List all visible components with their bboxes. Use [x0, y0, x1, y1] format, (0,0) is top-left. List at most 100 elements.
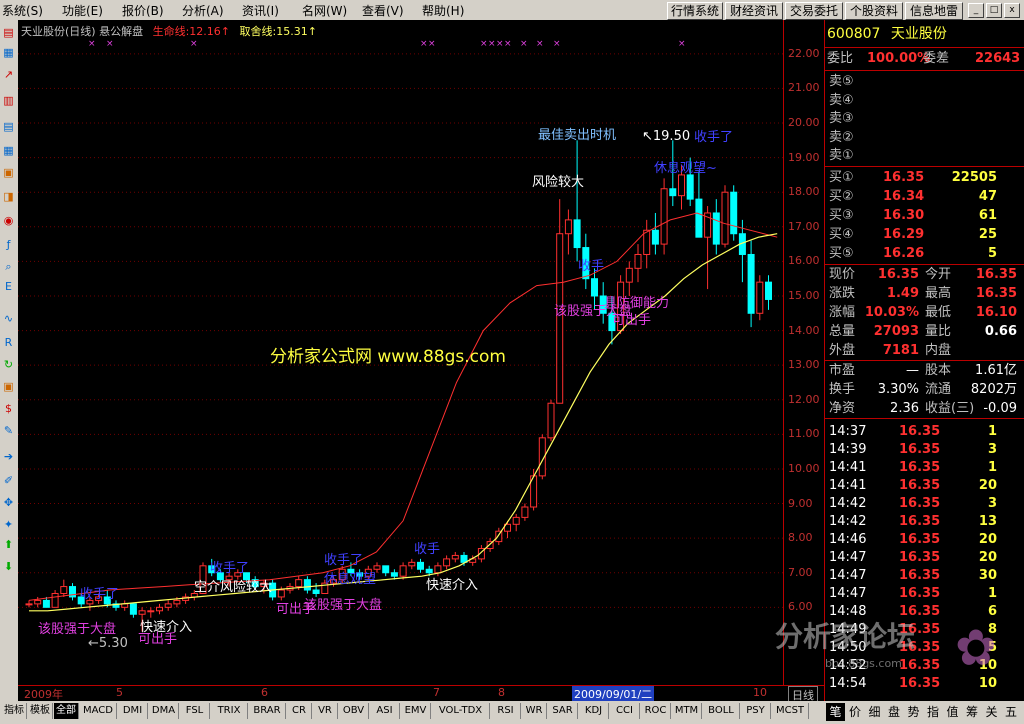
maximize-button[interactable]: □ — [986, 3, 1002, 18]
stock-info-button[interactable]: 个股资料 — [845, 2, 903, 20]
bid-volume: 61 — [978, 208, 997, 223]
candle — [643, 229, 651, 255]
indicator-tab[interactable]: ROC — [641, 703, 671, 719]
quote-tab[interactable]: 笔 — [826, 703, 845, 721]
indicator-tab[interactable]: DMI — [118, 703, 148, 719]
quote-tab[interactable]: 价 — [846, 703, 865, 721]
menu-quote[interactable]: 报价(B) — [122, 2, 164, 19]
quote-tab[interactable]: 盘 — [885, 703, 904, 721]
indicator-tab[interactable]: CR — [287, 703, 312, 719]
wave-icon[interactable]: ∿ — [2, 312, 15, 325]
indicator-tab[interactable]: RSI — [491, 703, 521, 719]
menu-info[interactable]: 资讯(I) — [242, 2, 279, 19]
indicator-tab[interactable]: BRAR — [249, 703, 286, 719]
rsi-icon[interactable]: R — [2, 336, 15, 349]
indicator-tab[interactable]: VOL-TDX — [432, 703, 490, 719]
move-icon[interactable]: ✥ — [2, 496, 15, 509]
news-icon[interactable]: ▣ — [2, 166, 15, 179]
folder-icon[interactable]: ◨ — [2, 190, 15, 203]
indicator-tab[interactable]: 指标 — [2, 703, 27, 719]
quote-tab[interactable]: 势 — [904, 703, 923, 721]
indicator-tab[interactable]: 全部 — [54, 703, 79, 719]
tick-price: 16.35 — [899, 514, 941, 529]
arrow-up-icon[interactable]: ⬆ — [2, 538, 15, 551]
grid-icon[interactable]: ▦ — [2, 144, 15, 157]
indicator-tab[interactable]: SAR — [548, 703, 578, 719]
market-system-button[interactable]: 行情系统 — [667, 2, 723, 20]
bar-chart-icon[interactable]: ▥ — [2, 94, 15, 107]
chart-annotation: 休息观望~ — [654, 161, 717, 176]
indicator-tab[interactable]: PSY — [741, 703, 771, 719]
candle — [138, 610, 146, 615]
indicator-tab[interactable]: 模板 — [28, 703, 53, 719]
trade-order-button[interactable]: 交易委托 — [785, 2, 843, 20]
table-icon[interactable]: ▤ — [2, 120, 15, 133]
minimize-button[interactable]: _ — [968, 3, 984, 18]
tick-price: 16.35 — [899, 550, 941, 565]
stat-label: 涨跌 — [829, 286, 856, 301]
quote-tab[interactable]: 指 — [924, 703, 943, 721]
stat-value: 27093 — [873, 324, 919, 339]
quote-tab[interactable]: 关 — [982, 703, 1001, 721]
menu-view[interactable]: 查看(V) — [362, 2, 404, 19]
chart-annotation: 收手了 — [210, 561, 250, 576]
date-tick: 10 — [753, 686, 767, 699]
quote-tab[interactable]: 值 — [943, 703, 962, 721]
arrow-down-icon[interactable]: ⬇ — [2, 560, 15, 573]
export-icon[interactable]: ➔ — [2, 450, 15, 463]
menu-web[interactable]: 名网(W) — [302, 2, 347, 19]
stat-row: 现价 16.35 今开 16.35 — [827, 266, 1021, 284]
indicator-tab[interactable]: MACD — [80, 703, 117, 719]
indicator-tab[interactable]: DMA — [149, 703, 179, 719]
price-tick: 13.00 — [788, 358, 820, 372]
stat-value: 7181 — [882, 343, 919, 358]
indicator-tab[interactable]: TRIX — [211, 703, 248, 719]
price-tick: 15.00 — [788, 288, 820, 302]
indicator-tab[interactable]: BOLL — [703, 703, 740, 719]
tools-icon[interactable]: ✎ — [2, 424, 15, 437]
quote-tab[interactable]: 细 — [865, 703, 884, 721]
users-icon[interactable]: ◉ — [2, 214, 15, 227]
tick-volume: 30 — [978, 568, 997, 583]
indicator-tab[interactable]: ASI — [370, 703, 400, 719]
indicator-tab[interactable]: VR — [313, 703, 338, 719]
bid-price: 16.30 — [883, 208, 925, 223]
indicator-tab[interactable]: MCST — [772, 703, 809, 719]
kline-chart[interactable]: × × × × × × × × × × × × × 天业股份(日线) 悬公解盘 生命线:12.16↑ 取… — [18, 20, 783, 685]
indicator-tab[interactable]: WR — [522, 703, 547, 719]
quote-tab[interactable]: 五 — [1002, 703, 1021, 721]
stat-value: 16.35 — [975, 286, 1017, 301]
tick-price: 16.35 — [899, 532, 941, 547]
quote-tab[interactable]: 筹 — [963, 703, 982, 721]
menu-analysis[interactable]: 分析(A) — [182, 2, 224, 19]
info-mine-button[interactable]: 信息地雷 — [905, 2, 963, 20]
search-icon[interactable]: ⌕ — [2, 260, 15, 273]
tick-time: 14:42 — [829, 514, 867, 529]
calc-icon[interactable]: ▣ — [2, 380, 15, 393]
pen-icon[interactable]: ✐ — [2, 474, 15, 487]
pointer-icon[interactable]: ✦ — [2, 518, 15, 531]
indicator-tab[interactable]: CCI — [610, 703, 640, 719]
close-button[interactable]: x — [1004, 3, 1020, 18]
etf-icon[interactable]: E — [2, 280, 15, 293]
signal-marker: × — [504, 39, 512, 49]
indicator-tab[interactable]: FSL — [180, 703, 210, 719]
refresh-icon[interactable]: ↻ — [2, 358, 15, 371]
indicator-tab[interactable]: OBV — [339, 703, 369, 719]
function-icon[interactable]: ƒ — [2, 238, 15, 251]
line-chart-icon[interactable]: ↗ — [2, 68, 15, 81]
indicator-tab[interactable]: MTM — [672, 703, 702, 719]
menu-system[interactable]: 系统(S) — [2, 2, 43, 19]
dollar-icon[interactable]: $ — [2, 402, 15, 415]
list-icon[interactable]: ▦ — [2, 46, 15, 59]
indicator-tab[interactable]: KDJ — [579, 703, 609, 719]
indicator-tab[interactable]: EMV — [401, 703, 431, 719]
menu-icon[interactable]: ▤ — [2, 26, 15, 39]
signal-marker: × — [488, 39, 496, 49]
chart-annotation: 收手 — [414, 542, 441, 557]
menu-help[interactable]: 帮助(H) — [422, 2, 464, 19]
finance-news-button[interactable]: 财经资讯 — [725, 2, 783, 20]
stock-title: 天业股份(日线) 悬公解盘 — [21, 25, 144, 38]
tick-volume: 1 — [987, 586, 997, 601]
menu-function[interactable]: 功能(E) — [62, 2, 103, 19]
